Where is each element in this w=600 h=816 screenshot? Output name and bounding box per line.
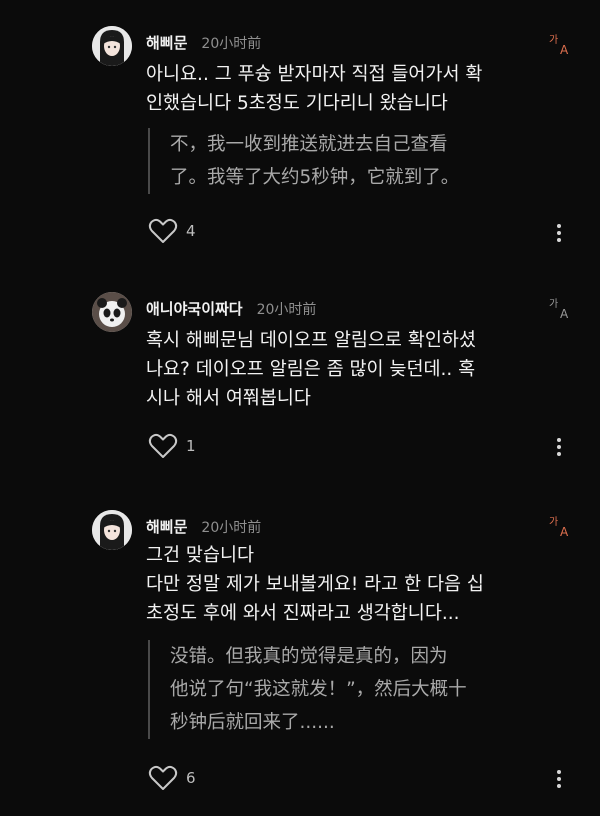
svg-text:A: A bbox=[560, 307, 569, 320]
svg-text:A: A bbox=[560, 525, 569, 538]
svg-text:가: 가 bbox=[549, 298, 558, 310]
like-count: 4 bbox=[186, 222, 196, 240]
like-count: 6 bbox=[186, 769, 196, 787]
heart-outline-icon bbox=[148, 765, 178, 790]
translate-icon: 가 A bbox=[549, 298, 569, 320]
heart-outline-icon bbox=[148, 218, 178, 243]
comment-text: 그건 맞습니다 다만 정말 제가 보내볼게요! 라고 한 다음 십 초정도 후에… bbox=[146, 545, 484, 624]
comment-timestamp: 20小时前 bbox=[201, 36, 262, 52]
heart-outline-icon bbox=[148, 433, 178, 458]
like-button[interactable] bbox=[148, 218, 178, 244]
comment-timestamp: 20小时前 bbox=[256, 302, 317, 318]
svg-text:A: A bbox=[560, 43, 569, 56]
like-count: 1 bbox=[186, 437, 196, 455]
avatar[interactable] bbox=[92, 292, 132, 332]
translation-text: 不，我一收到推送就进去自己查看 了。我等了大约5秒钟，它就到了。 bbox=[148, 128, 560, 194]
anime-girl-avatar-icon bbox=[92, 26, 132, 66]
translate-button[interactable]: 가 A bbox=[548, 514, 574, 538]
svg-text:가: 가 bbox=[549, 34, 558, 46]
translate-icon: 가 A bbox=[549, 34, 569, 56]
comment-timestamp: 20小时前 bbox=[201, 520, 262, 536]
more-options-button[interactable] bbox=[552, 768, 566, 790]
anime-girl-avatar-icon bbox=[92, 510, 132, 550]
more-vertical-icon bbox=[557, 224, 561, 242]
more-options-button[interactable] bbox=[552, 436, 566, 458]
translate-button[interactable]: 가 A bbox=[548, 296, 574, 320]
comment-username[interactable]: 애니야국이짜다 bbox=[146, 298, 243, 319]
translate-button[interactable]: 가 A bbox=[548, 32, 574, 56]
like-button[interactable] bbox=[148, 433, 178, 459]
translation-text: 没错。但我真的觉得是真的，因为 他说了句“我这就发！”，然后大概十 秒钟后就回来… bbox=[148, 640, 560, 739]
svg-text:가: 가 bbox=[549, 516, 558, 528]
more-options-button[interactable] bbox=[552, 222, 566, 244]
comment-text: 아니요.. 그 푸슝 받자마자 직접 들어가서 확 인했습니다 5초정도 기다리… bbox=[146, 64, 483, 114]
more-vertical-icon bbox=[557, 770, 561, 788]
more-vertical-icon bbox=[557, 438, 561, 456]
translate-icon: 가 A bbox=[549, 516, 569, 538]
panda-avatar-icon bbox=[92, 292, 132, 332]
comment-username[interactable]: 해삐문 bbox=[146, 32, 187, 53]
avatar[interactable] bbox=[92, 510, 132, 550]
like-button[interactable] bbox=[148, 765, 178, 791]
avatar[interactable] bbox=[92, 26, 132, 66]
comment-text: 혹시 해삐문님 데이오프 알림으로 확인하셨 나요? 데이오프 알림은 좀 많이… bbox=[146, 330, 476, 409]
comment-username[interactable]: 해삐문 bbox=[146, 516, 187, 537]
